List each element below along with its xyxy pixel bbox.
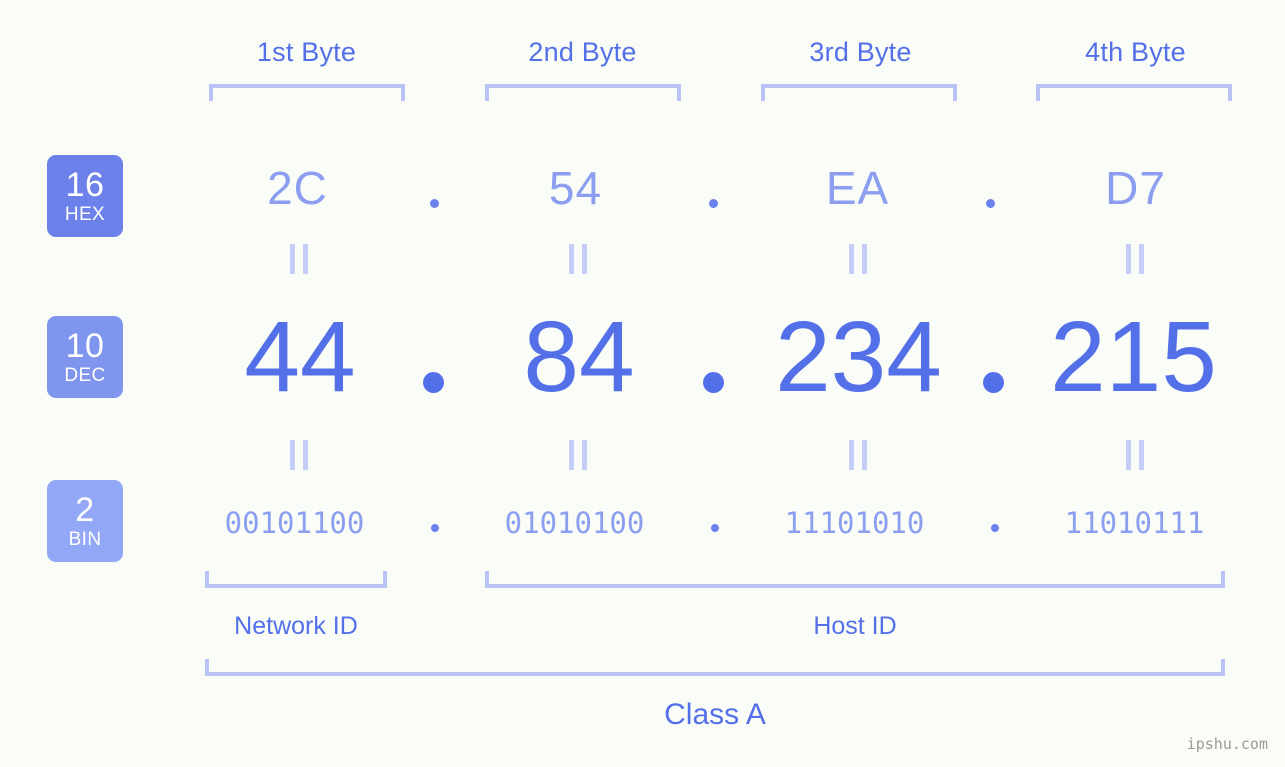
byte-bracket-4 xyxy=(1036,84,1232,101)
binary-byte-4: 11010111 xyxy=(1064,506,1205,540)
decimal-dot-3 xyxy=(983,372,1004,393)
binary-byte-3: 11101010 xyxy=(784,506,925,540)
network-id-bracket xyxy=(205,571,387,588)
binary-dot-3 xyxy=(991,524,999,532)
base-badge-bin: 2 BIN xyxy=(47,480,123,562)
equals-icon-dec-bin-1 xyxy=(290,440,308,470)
hex-byte-3: EA xyxy=(825,162,890,214)
binary-byte-2: 01010100 xyxy=(504,506,645,540)
base-badge-bin-name: BIN xyxy=(68,529,102,550)
host-id-bracket xyxy=(485,571,1225,588)
host-id-label: Host ID xyxy=(813,612,897,640)
byte-bracket-1 xyxy=(209,84,405,101)
byte-header-2: 2nd Byte xyxy=(528,37,637,67)
byte-bracket-3 xyxy=(761,84,957,101)
decimal-byte-3: 234 xyxy=(775,301,942,413)
binary-byte-1: 00101100 xyxy=(224,506,365,540)
class-label: Class A xyxy=(664,698,766,731)
base-badge-hex-name: HEX xyxy=(64,204,106,225)
equals-icon-hex-dec-2 xyxy=(569,244,587,274)
base-badge-hex-number: 16 xyxy=(65,166,105,204)
equals-icon-dec-bin-4 xyxy=(1126,440,1144,470)
equals-icon-hex-dec-1 xyxy=(290,244,308,274)
decimal-byte-2: 84 xyxy=(523,301,635,413)
byte-bracket-2 xyxy=(485,84,681,101)
equals-icon-dec-bin-3 xyxy=(849,440,867,470)
base-badge-dec-number: 10 xyxy=(65,327,105,365)
decimal-dot-1 xyxy=(423,372,444,393)
decimal-dot-2 xyxy=(703,372,724,393)
byte-header-4: 4th Byte xyxy=(1085,37,1186,67)
binary-dot-1 xyxy=(431,524,439,532)
base-badge-hex: 16 HEX xyxy=(47,155,123,237)
site-watermark: ipshu.com xyxy=(1186,735,1268,753)
hex-byte-2: 54 xyxy=(548,162,603,214)
byte-header-1: 1st Byte xyxy=(256,37,357,67)
hex-dot-1 xyxy=(430,199,439,208)
base-badge-dec: 10 DEC xyxy=(47,316,123,398)
hex-byte-1: 2C xyxy=(267,162,328,214)
equals-icon-hex-dec-4 xyxy=(1126,244,1144,274)
hex-dot-3 xyxy=(986,199,995,208)
binary-dot-2 xyxy=(711,524,719,532)
base-badge-dec-name: DEC xyxy=(64,365,106,386)
decimal-byte-1: 44 xyxy=(244,301,356,413)
equals-icon-hex-dec-3 xyxy=(849,244,867,274)
hex-byte-4: D7 xyxy=(1105,162,1166,214)
hex-dot-2 xyxy=(709,199,718,208)
ip-address-breakdown-diagram: 1st Byte 2nd Byte 3rd Byte 4th Byte 16 H… xyxy=(0,0,1285,767)
byte-header-3: 3rd Byte xyxy=(809,37,912,67)
class-bracket xyxy=(205,659,1225,676)
network-id-label: Network ID xyxy=(234,612,358,640)
decimal-byte-4: 215 xyxy=(1050,301,1217,413)
base-badge-bin-number: 2 xyxy=(75,491,95,529)
equals-icon-dec-bin-2 xyxy=(569,440,587,470)
